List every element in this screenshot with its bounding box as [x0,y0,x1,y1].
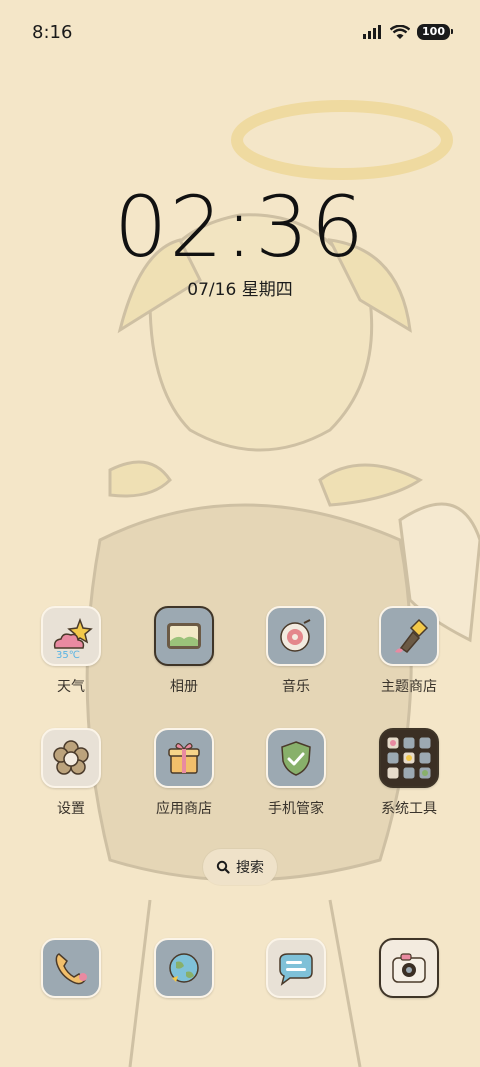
weather-temp: 35℃ [56,650,80,661]
app-label: 天气 [57,679,85,695]
app-weather[interactable]: 35℃ 天气 [21,606,121,696]
app-app-store[interactable]: 应用商店 [134,728,234,818]
wallpaper-illustration [85,100,480,1067]
dock-phone[interactable] [21,938,121,998]
app-security[interactable]: 手机管家 [246,728,346,818]
music-icon [266,606,326,666]
clock-widget-time[interactable]: 02:36 [0,178,480,276]
wifi-icon [390,24,411,39]
weather-icon: 35℃ [41,606,101,666]
status-bar: 8:16 100 [0,0,480,68]
app-label: 应用商店 [156,801,212,817]
app-music[interactable]: 音乐 [246,606,346,696]
app-settings[interactable]: 设置 [21,728,121,818]
dock-camera[interactable] [359,938,459,998]
dock-messages[interactable] [246,938,346,998]
search-label: 搜索 [236,860,264,876]
status-time: 8:16 [32,22,73,43]
theme-store-icon [379,606,439,666]
system-tools-folder-icon [379,728,439,788]
folder-system-tools[interactable]: 系统工具 [359,728,459,818]
app-label: 系统工具 [381,801,437,817]
browser-icon [154,938,214,998]
battery-icon: 100 [417,24,453,40]
app-label: 相册 [170,679,198,695]
app-theme-store[interactable]: 主题商店 [359,606,459,696]
search-button[interactable]: 搜索 [203,849,277,885]
signal-icon [363,25,382,39]
camera-icon [379,938,439,998]
app-label: 音乐 [282,679,310,695]
app-label: 手机管家 [268,801,324,817]
search-icon [216,860,230,874]
app-label: 设置 [57,801,85,817]
dock-browser[interactable] [134,938,234,998]
phone-icon [41,938,101,998]
app-gallery[interactable]: 相册 [134,606,234,696]
messages-icon [266,938,326,998]
settings-icon [41,728,101,788]
gallery-icon [154,606,214,666]
app-store-icon [154,728,214,788]
clock-widget-date: 07/16 星期四 [187,280,293,300]
app-label: 主题商店 [381,679,437,695]
security-icon [266,728,326,788]
